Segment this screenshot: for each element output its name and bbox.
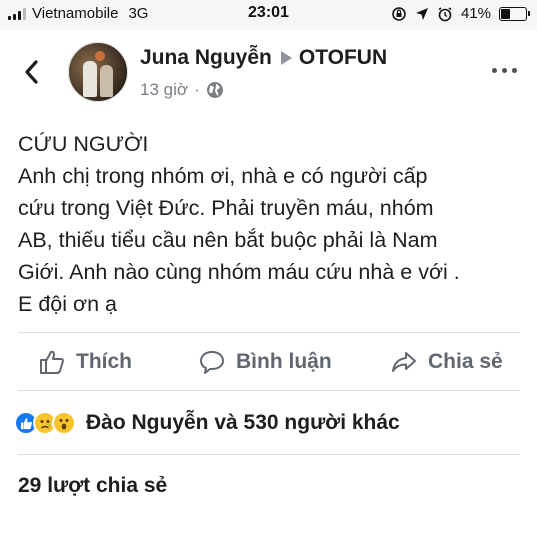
- post-meta: 13 giờ ·: [140, 80, 224, 100]
- share-button[interactable]: Chia sẻ: [390, 334, 503, 390]
- battery-icon: [499, 6, 530, 21]
- location-arrow-icon: [415, 7, 428, 20]
- battery-percent: 41%: [460, 5, 491, 22]
- comment-button[interactable]: Bình luận: [198, 334, 332, 390]
- more-options-icon[interactable]: [492, 68, 517, 73]
- share-count[interactable]: 29 lượt chia sẻ: [18, 474, 167, 498]
- comment-label: Bình luận: [236, 350, 332, 373]
- right-triangle-icon: [280, 51, 292, 65]
- group-name[interactable]: OTOFUN: [299, 46, 387, 70]
- divider-bottom: [18, 454, 520, 455]
- share-arrow-icon: [392, 352, 416, 372]
- post-actions: Thích Bình luận Chia sẻ: [0, 334, 537, 390]
- meta-dot: ·: [194, 80, 200, 99]
- post-line: AB, thiếu tiểu cầu nên bắt buộc phải là …: [18, 228, 438, 252]
- post-line: CỨU NGƯỜI: [18, 132, 149, 156]
- globe-icon: [206, 82, 223, 98]
- battery-fill: [501, 8, 510, 19]
- status-right: 41%: [391, 5, 530, 22]
- comment-bubble-icon: [200, 351, 224, 374]
- wow-reaction-icon: [52, 411, 76, 435]
- share-label: Chia sẻ: [428, 350, 503, 373]
- back-chevron-icon[interactable]: [20, 58, 44, 86]
- like-button[interactable]: Thích: [38, 334, 132, 390]
- author-line: Juna Nguyễn OTOFUN: [140, 46, 387, 70]
- alarm-icon: [438, 6, 452, 21]
- post-line: Anh chị trong nhóm ơi, nhà e có người cấ…: [18, 164, 428, 188]
- like-label: Thích: [76, 350, 132, 373]
- post-line: cứu trong Việt Đức. Phải truyền máu, nhó…: [18, 196, 434, 220]
- divider-mid: [18, 390, 520, 391]
- rotation-lock-icon: [392, 6, 406, 21]
- post-header: Juna Nguyễn OTOFUN 13 giờ ·: [0, 36, 537, 108]
- post-line: E đội ơn ạ: [18, 292, 117, 316]
- author-avatar[interactable]: [68, 42, 128, 102]
- divider-top: [18, 332, 520, 333]
- post-time[interactable]: 13 giờ: [140, 80, 188, 100]
- reactions-summary[interactable]: Đào Nguyễn và 530 người khác: [14, 406, 400, 440]
- post-line: Giới. Anh nào cùng nhóm máu cứu nhà e vớ…: [18, 260, 460, 284]
- thumbs-up-icon: [40, 350, 64, 374]
- status-bar: Vietnamobile 3G 23:01 41%: [0, 0, 537, 30]
- post-text: CỨU NGƯỜI Anh chị trong nhóm ơi, nhà e c…: [18, 128, 523, 320]
- reaction-count-text: Đào Nguyễn và 530 người khác: [86, 411, 400, 434]
- author-name[interactable]: Juna Nguyễn: [140, 46, 272, 70]
